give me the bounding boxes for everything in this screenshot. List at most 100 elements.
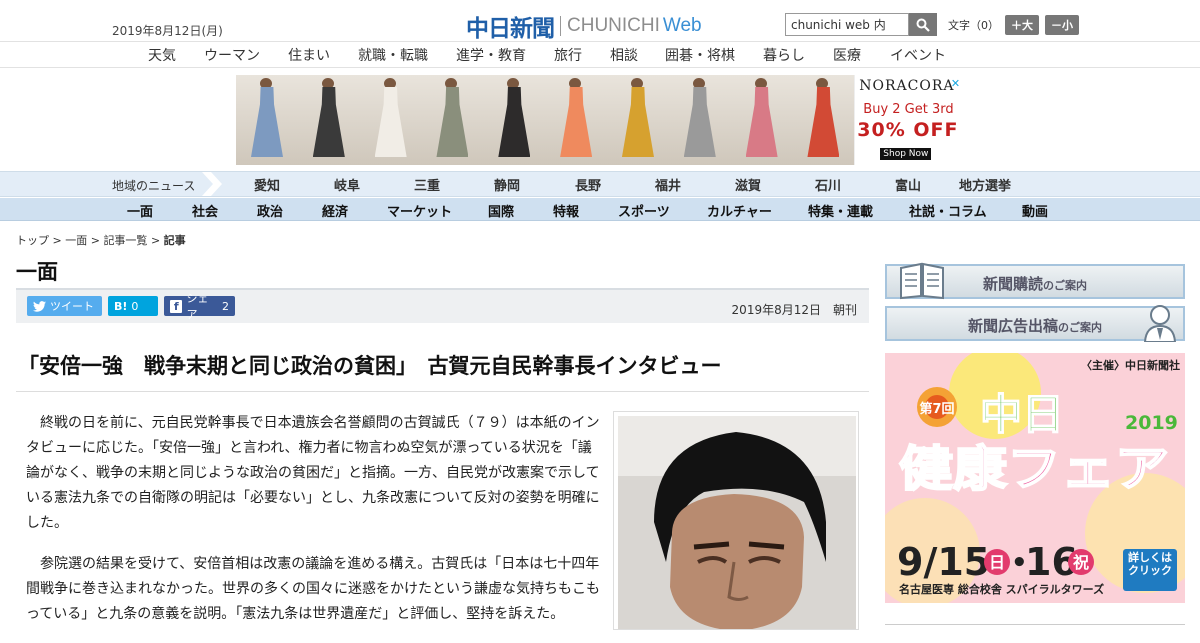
share-bar: ツイート B! 0 f シェア 2 2019年8月12日 朝刊 [16,288,869,323]
region-link[interactable]: 福井 [655,175,681,194]
facebook-share-button[interactable]: f シェア 2 [164,292,235,321]
genre-link[interactable]: マーケット [387,201,452,220]
advertise-title: 新聞広告出稿 [967,317,1058,335]
ad-product-photo[interactable] [668,75,731,165]
ad-product-photo[interactable] [730,75,793,165]
fair-dow-sunday: 日 [989,553,1005,572]
region-link[interactable]: 富山 [895,175,921,194]
fair-cta[interactable]: 詳しくはクリック [1123,551,1177,591]
dress-shape [683,87,716,157]
ad-product-photo[interactable] [359,75,422,165]
subscribe-title: 新聞購読 [982,275,1043,293]
breadcrumb-list[interactable]: 記事一覧 [103,234,147,247]
headline-divider [16,391,869,392]
region-link[interactable]: 岐阜 [334,175,360,194]
fair-year: 2019 [1125,412,1178,434]
hatena-bookmark-button[interactable]: B! 0 [108,296,158,316]
ad-shop-button[interactable]: Shop Now [880,148,932,160]
genre-link[interactable]: 社会 [192,201,218,220]
region-link[interactable]: 石川 [815,175,841,194]
dress-shape [251,87,283,157]
search-button[interactable] [909,13,937,36]
genre-link[interactable]: 特集・連載 [808,201,873,220]
topic-link[interactable]: 相談 [610,45,638,65]
ad-offer-line: Buy 2 Get 3rd [863,102,954,117]
sidebar-divider [885,624,1185,625]
ad-close-icon[interactable]: ✕ [949,77,962,90]
topic-nav: 天気 ウーマン 住まい 就職・転職 進学・教育 旅行 相談 囲碁・将棋 暮らし … [0,43,1200,68]
genre-link[interactable]: カルチャー [707,201,772,220]
genre-link[interactable]: 社説・コラム [909,201,987,220]
region-link[interactable]: 長野 [575,175,601,194]
genre-link[interactable]: スポーツ [618,201,670,220]
breadcrumb: トップ > 一面 > 記事一覧 > 記事 [16,232,186,248]
article-date: 2019年8月12日 朝刊 [731,303,857,317]
region-link[interactable]: 静岡 [494,175,520,194]
regional-nav: 地域のニュース 愛知 岐阜 三重 静岡 長野 福井 滋賀 石川 富山 地方選挙 [0,171,1200,197]
region-link[interactable]: 地方選挙 [959,175,1011,194]
fair-title-health: 健康フェア [899,441,1169,497]
twitter-bird-icon [33,300,46,312]
fair-dow-holiday: 祝 [1073,553,1089,572]
topic-link[interactable]: 旅行 [554,45,582,65]
genre-link[interactable]: 政治 [257,201,283,220]
topic-link[interactable]: 進学・教育 [456,45,526,65]
topic-link[interactable]: 囲碁・将棋 [665,45,735,65]
logo-english: CHUNICHI [567,15,660,36]
genre-link[interactable]: 国際 [488,201,514,220]
article-photo[interactable] [613,411,859,630]
chevron-right-icon [202,172,222,196]
region-link[interactable]: 愛知 [254,175,280,194]
ad-product-photo[interactable] [792,75,855,165]
ad-product-photo[interactable] [421,75,484,165]
topic-link[interactable]: 医療 [833,45,861,65]
topic-link[interactable]: イベント [890,45,946,65]
genre-link[interactable]: 経済 [322,201,348,220]
genre-link[interactable]: 一面 [127,201,153,220]
breadcrumb-separator: > [90,234,100,247]
logo-separator [560,16,561,36]
portrait-illustration [618,416,856,629]
dress-shape [374,87,407,157]
ad-product-photo[interactable] [236,75,298,165]
person-icon [1143,305,1177,342]
topic-link[interactable]: 就職・転職 [358,45,428,65]
fair-date-start: 9/15 [897,540,990,584]
advertise-banner[interactable]: 新聞広告出稿のご案内 [885,305,1185,342]
tweet-button[interactable]: ツイート [27,296,102,316]
topic-link[interactable]: 暮らし [763,45,805,65]
subscribe-banner[interactable]: 新聞購読のご案内 [885,262,1185,300]
advertise-label: 新聞広告出稿のご案内 [887,315,1183,336]
region-link[interactable]: 三重 [414,175,440,194]
font-smaller-button[interactable]: －小 [1045,15,1079,35]
dress-shape [560,87,593,157]
ad-product-photo[interactable] [483,75,546,165]
region-link[interactable]: 滋賀 [735,175,761,194]
site-logo[interactable]: 中日新聞 CHUNICHI Web [466,9,702,43]
genre-link[interactable]: 動画 [1022,201,1048,220]
facebook-count: 2 [222,299,229,313]
topic-link[interactable]: ウーマン [204,45,260,65]
section-title: 一面 [16,260,58,284]
breadcrumb-current: 記事 [163,234,186,247]
fair-host: 〈主催〉中日新聞社 [1081,358,1180,372]
advertise-suffix: のご案内 [1058,321,1102,334]
breadcrumb-separator: > [52,234,62,247]
font-size-control: 文字（0） ＋大 －小 [948,15,1079,35]
topic-link[interactable]: 天気 [148,45,176,65]
article-paragraph: 参院選の結果を受けて、安倍首相は改憲の議論を進める構え。古賀氏は「日本は七十四年… [26,556,600,622]
health-fair-artwork: 〈主催〉中日新聞社 第7回 中日 2019 健康フェア 9/15 日 • 16 … [885,353,1185,603]
font-larger-button[interactable]: ＋大 [1005,15,1039,35]
ad-product-photo[interactable] [606,75,669,165]
ad-product-photo[interactable] [297,75,360,165]
site-header: 2019年8月12日(月) 中日新聞 CHUNICHI Web 文字（0） ＋大… [0,0,1200,42]
dress-shape [745,87,778,157]
breadcrumb-section[interactable]: 一面 [65,234,87,247]
health-fair-banner[interactable]: 〈主催〉中日新聞社 第7回 中日 2019 健康フェア 9/15 日 • 16 … [885,353,1185,603]
ad-product-photo[interactable] [545,75,607,165]
breadcrumb-top[interactable]: トップ [16,234,49,247]
ad-banner[interactable]: NORACORA ✕ Buy 2 Get 3rd 30% OFF Shop No… [236,75,964,165]
search-input[interactable] [785,13,909,36]
topic-link[interactable]: 住まい [288,45,330,65]
genre-link[interactable]: 特報 [553,201,579,220]
